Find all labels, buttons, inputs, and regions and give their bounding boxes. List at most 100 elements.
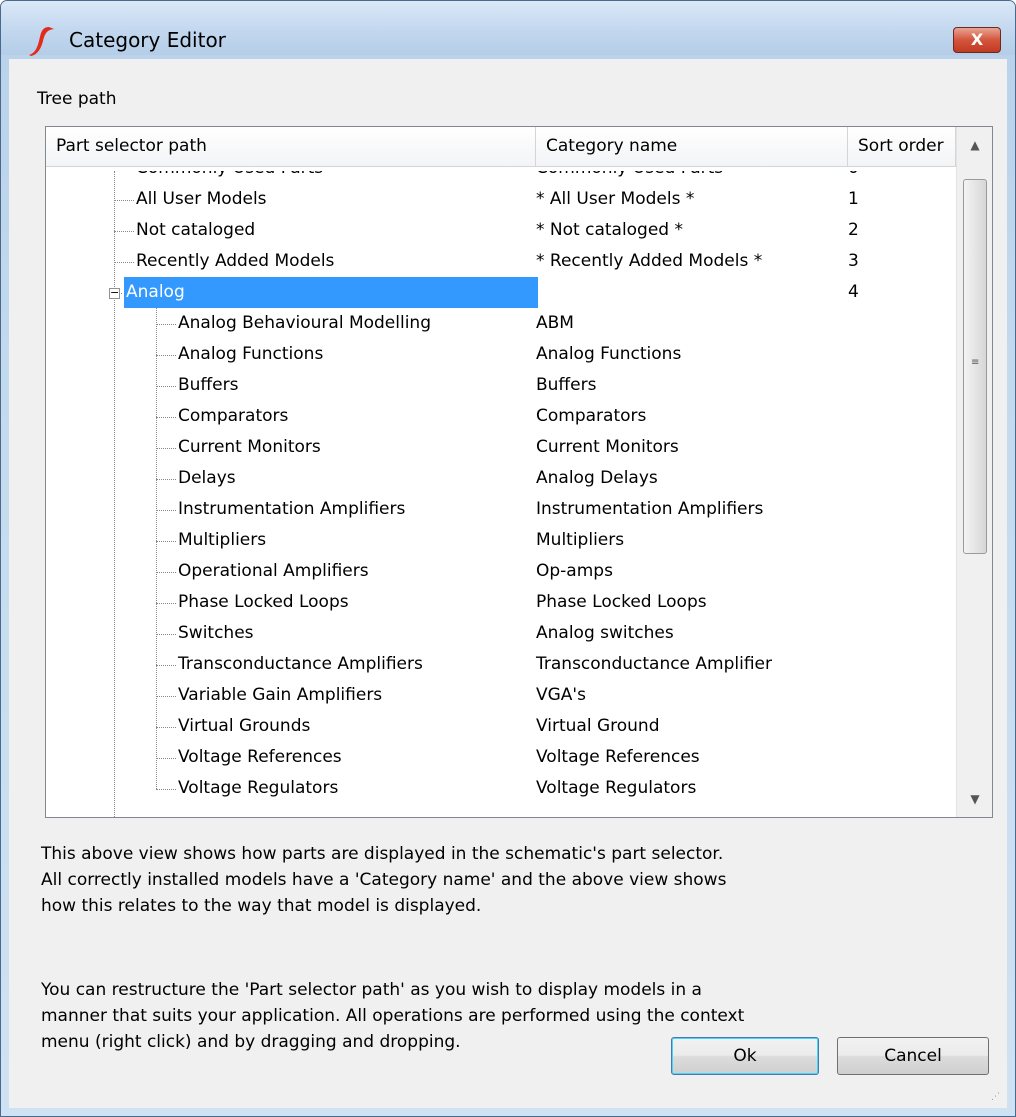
close-button[interactable]: X <box>953 27 1001 53</box>
ok-button[interactable]: Ok <box>671 1037 819 1075</box>
node-category-name: Analog Functions <box>536 344 682 364</box>
description-line: All correctly installed models have a 'C… <box>41 870 727 890</box>
tree-child-node[interactable]: Current Monitors Current Monitors <box>46 432 956 463</box>
tree-connector <box>156 634 176 635</box>
tree-connector <box>114 231 134 232</box>
tree-connector <box>156 665 176 666</box>
node-path-label: Comparators <box>178 406 289 426</box>
node-category-name: * Recently Added Models * <box>536 251 763 271</box>
node-path-label: Transconductance Amplifiers <box>178 654 423 674</box>
node-category-name: Commonly Used Parts <box>536 171 723 184</box>
tree-child-node[interactable]: Analog Behavioural Modelling ABM <box>46 308 956 339</box>
description-line: This above view shows how parts are disp… <box>41 844 724 864</box>
scroll-down-arrow-icon[interactable]: ▼ <box>957 781 992 817</box>
tree-node[interactable]: Commonly Used Parts Commonly Used Parts 0 <box>46 171 956 184</box>
node-category-name: * All User Models * <box>536 189 695 209</box>
node-category-name: * Not cataloged * <box>536 220 684 240</box>
node-path-label: Buffers <box>178 375 239 395</box>
node-path-label: Analog <box>124 277 538 308</box>
node-category-name: Analog Delays <box>536 468 658 488</box>
node-category-name: Phase Locked Loops <box>536 592 707 612</box>
node-sort-order: 4 <box>848 282 859 302</box>
tree-node[interactable]: All User Models * All User Models * 1 <box>46 184 956 215</box>
node-category-name: Instrumentation Amplifiers <box>536 499 764 519</box>
window-title: Category Editor <box>69 28 226 52</box>
tree-path-label: Tree path <box>37 89 117 109</box>
category-editor-window: Category Editor X Tree path Part selecto… <box>0 0 1016 1117</box>
simetrix-logo-icon <box>29 27 54 56</box>
node-path-label: Operational Amplifiers <box>178 561 369 581</box>
node-path-label: Recently Added Models <box>136 251 335 271</box>
scrollbar-thumb[interactable]: ≡ <box>963 179 987 554</box>
tree-connector <box>156 758 176 759</box>
node-sort-order: 3 <box>848 251 859 271</box>
cancel-button[interactable]: Cancel <box>837 1037 989 1075</box>
close-icon: X <box>970 30 984 49</box>
tree-connector <box>156 479 176 480</box>
tree-rows: Commonly Used PartsCommonly Used Parts0A… <box>46 171 956 817</box>
tree-child-node[interactable]: Switches Analog switches <box>46 618 956 649</box>
node-category-name: Multipliers <box>536 530 625 550</box>
node-path-label: Analog Behavioural Modelling <box>178 313 431 333</box>
node-path-label: Multipliers <box>178 530 267 550</box>
node-path-label: Commonly Used Parts <box>136 171 323 184</box>
node-path-label: Phase Locked Loops <box>178 592 349 612</box>
tree-connector <box>156 510 176 511</box>
tree-connector <box>156 541 176 542</box>
tree-child-node[interactable]: Operational Amplifiers Op-amps <box>46 556 956 587</box>
tree-connector <box>156 355 176 356</box>
tree-child-node[interactable]: Multipliers Multipliers <box>46 525 956 556</box>
tree-connector <box>114 262 134 263</box>
tree-node[interactable]: Not cataloged * Not cataloged * 2 <box>46 215 956 246</box>
node-path-label: All User Models <box>136 189 267 209</box>
tree-connector <box>156 696 176 697</box>
tree-child-node[interactable]: Phase Locked Loops Phase Locked Loops <box>46 587 956 618</box>
node-category-name: Buffers <box>536 375 597 395</box>
tree-node[interactable]: Recently Added Models * Recently Added Mo… <box>46 246 956 277</box>
node-sort-order: 1 <box>848 189 859 209</box>
tree-child-node[interactable]: Delays Analog Delays <box>46 463 956 494</box>
tree-connector <box>156 789 176 790</box>
node-path-label: Analog Functions <box>178 344 324 364</box>
tree-child-node[interactable]: Virtual Grounds Virtual Ground <box>46 711 956 742</box>
node-category-name: VGA's <box>536 685 586 705</box>
title-bar[interactable]: Category Editor X <box>1 1 1015 56</box>
column-header-category-name[interactable]: Category name <box>536 127 848 167</box>
tree-child-node[interactable]: Analog Functions Analog Functions <box>46 339 956 370</box>
node-sort-order: 0 <box>848 171 859 184</box>
node-path-label: Switches <box>178 623 254 643</box>
scroll-up-arrow-icon[interactable]: ▲ <box>957 127 992 163</box>
tree-child-node[interactable]: Comparators Comparators <box>46 401 956 432</box>
tree-child-node[interactable]: Voltage References Voltage References <box>46 742 956 773</box>
tree-child-node[interactable]: Transconductance Amplifiers Transconducta… <box>46 649 956 680</box>
node-category-name: Op-amps <box>536 561 613 581</box>
grip-icon: ≡ <box>971 357 980 368</box>
node-sort-order: 2 <box>848 220 859 240</box>
tree-child-node[interactable]: Voltage Regulators Voltage Regulators <box>46 773 956 804</box>
category-tree-view[interactable]: Part selector path Category name Sort or… <box>45 126 993 818</box>
node-category-name: Voltage Regulators <box>536 778 697 798</box>
resize-grip-icon[interactable]: ⋰ <box>991 1092 1003 1104</box>
column-header-sort-order[interactable]: Sort order <box>848 127 956 167</box>
column-header-part-selector-path[interactable]: Part selector path <box>46 127 536 167</box>
description-line: how this relates to the way that model i… <box>41 896 482 916</box>
node-category-name: Comparators <box>536 406 647 426</box>
node-path-label: Variable Gain Amplifiers <box>178 685 383 705</box>
node-path-label: Not cataloged <box>136 220 256 240</box>
description-paragraph-1: This above view shows how parts are disp… <box>41 841 981 919</box>
dialog-client-area: Tree path Part selector path Category na… <box>9 59 1007 1108</box>
minus-icon[interactable]: − <box>109 287 120 299</box>
node-category-name: Voltage References <box>536 747 700 767</box>
description-line: You can restructure the 'Part selector p… <box>41 980 702 1000</box>
node-path-label: Instrumentation Amplifiers <box>178 499 406 519</box>
tree-child-node[interactable]: Buffers Buffers <box>46 370 956 401</box>
vertical-scrollbar[interactable]: ▲ ≡ ▼ <box>956 127 992 817</box>
tree-child-node[interactable]: Instrumentation Amplifiers Instrumentatio… <box>46 494 956 525</box>
tree-connector <box>114 200 134 201</box>
tree-node[interactable]: − Analog 4 <box>46 277 956 308</box>
node-path-label: Current Monitors <box>178 437 321 457</box>
node-category-name: Transconductance Amplifier <box>536 654 773 674</box>
description-line: manner that suits your application. All … <box>41 1006 745 1026</box>
tree-connector <box>156 448 176 449</box>
tree-child-node[interactable]: Variable Gain Amplifiers VGA's <box>46 680 956 711</box>
